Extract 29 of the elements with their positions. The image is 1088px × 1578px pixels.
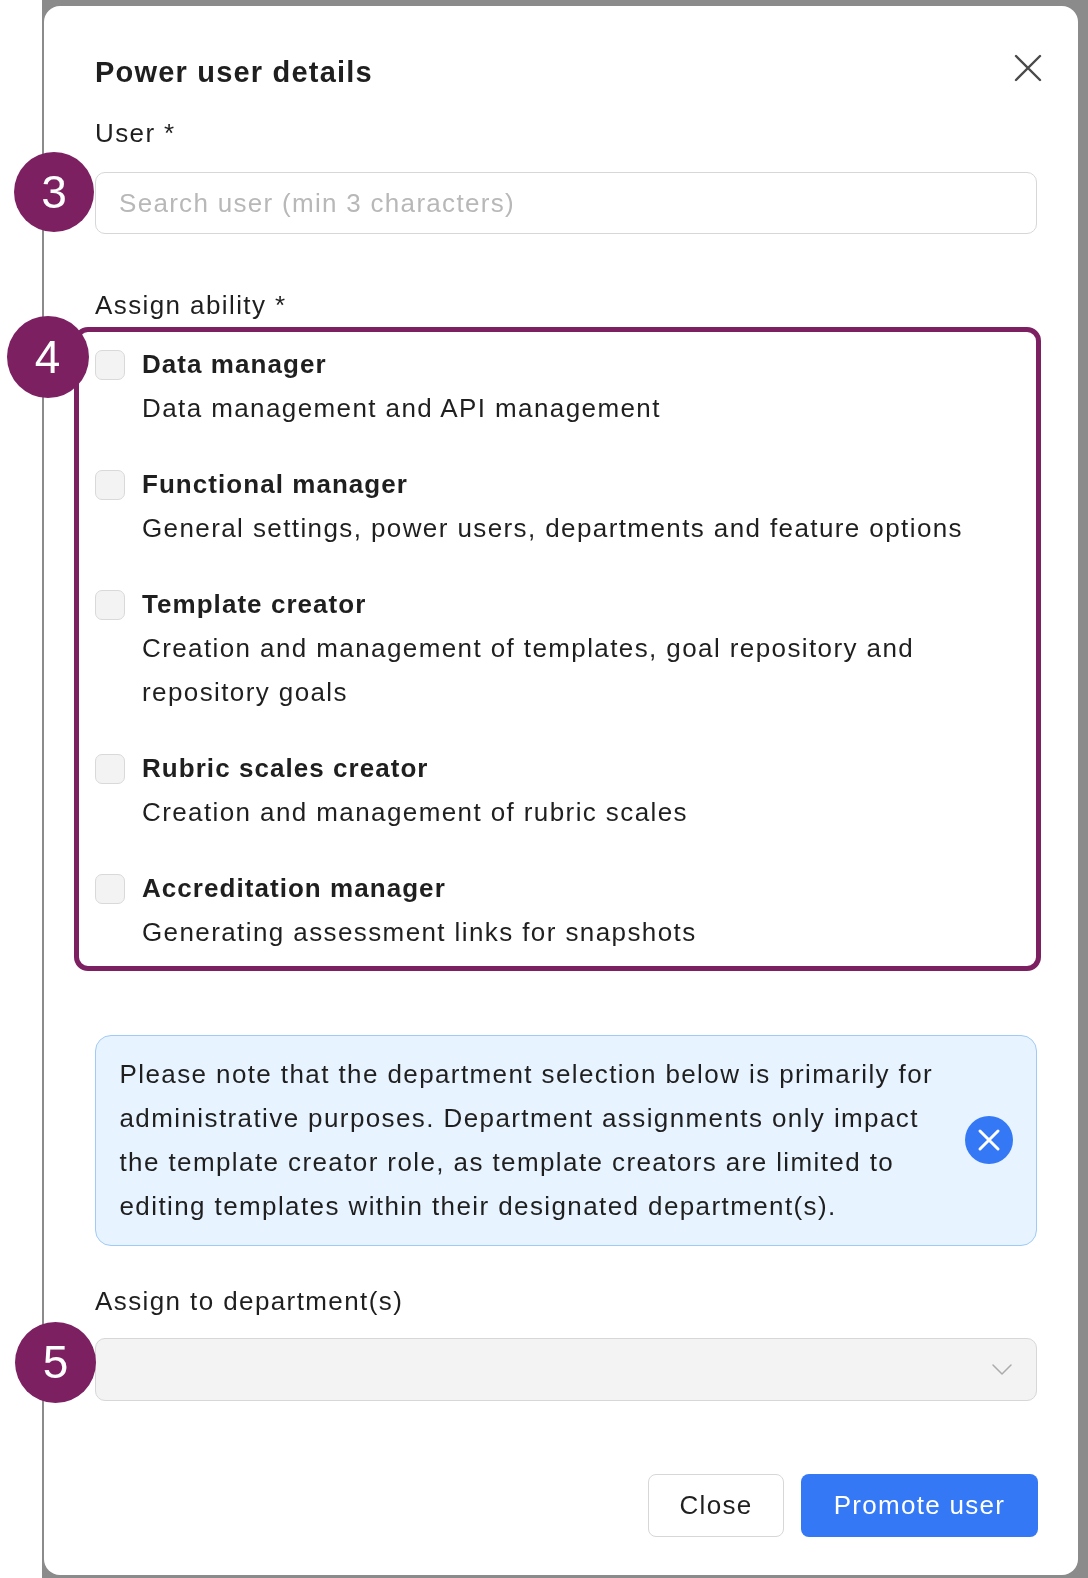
ability-description: Generating assessment links for snapshots: [142, 916, 698, 949]
ability-title: Template creator: [142, 588, 368, 621]
secondary-button[interactable]: Close: [648, 1474, 784, 1537]
close-icon[interactable]: [965, 1116, 1013, 1164]
close-icon[interactable]: [1013, 53, 1043, 83]
checkbox[interactable]: [95, 590, 125, 620]
notice-text: Please note that the department selection below is primarily for administrative purposes. Department assignments only impact the template creator role, as template creators are limited to editing templates within their designated department(s).: [119, 1058, 935, 1223]
field-label: User *: [95, 117, 177, 150]
step-badge: 4: [6, 316, 89, 398]
user-search-field[interactable]: Search user (min 3 characters): [95, 172, 1037, 234]
ability-description: Creation and management of templates, goal repository and repository goals: [142, 632, 916, 709]
ability-title: Functional manager: [142, 468, 409, 501]
field-label: Assign ability *: [95, 289, 288, 322]
checkbox[interactable]: [95, 470, 125, 500]
primary-button[interactable]: Promote user: [801, 1474, 1038, 1537]
ability-title: Accreditation manager: [142, 872, 447, 905]
field-label: Assign to department(s): [95, 1284, 405, 1318]
step-badge: 3: [14, 152, 94, 232]
ability-description: General settings, power users, departments and feature options: [142, 512, 964, 545]
checkbox[interactable]: [95, 874, 125, 904]
ability-title: Rubric scales creator: [142, 752, 430, 785]
checkbox[interactable]: [95, 754, 125, 784]
ability-description: Creation and management of rubric scales: [142, 796, 689, 829]
step-badge: 5: [15, 1321, 96, 1403]
ability-title: Data manager: [142, 348, 328, 381]
dialog-title: Power user details: [95, 55, 373, 90]
checkbox[interactable]: [95, 350, 125, 380]
chevron-down-icon: [992, 1363, 1012, 1375]
ability-description: Data management and API management: [142, 392, 662, 425]
